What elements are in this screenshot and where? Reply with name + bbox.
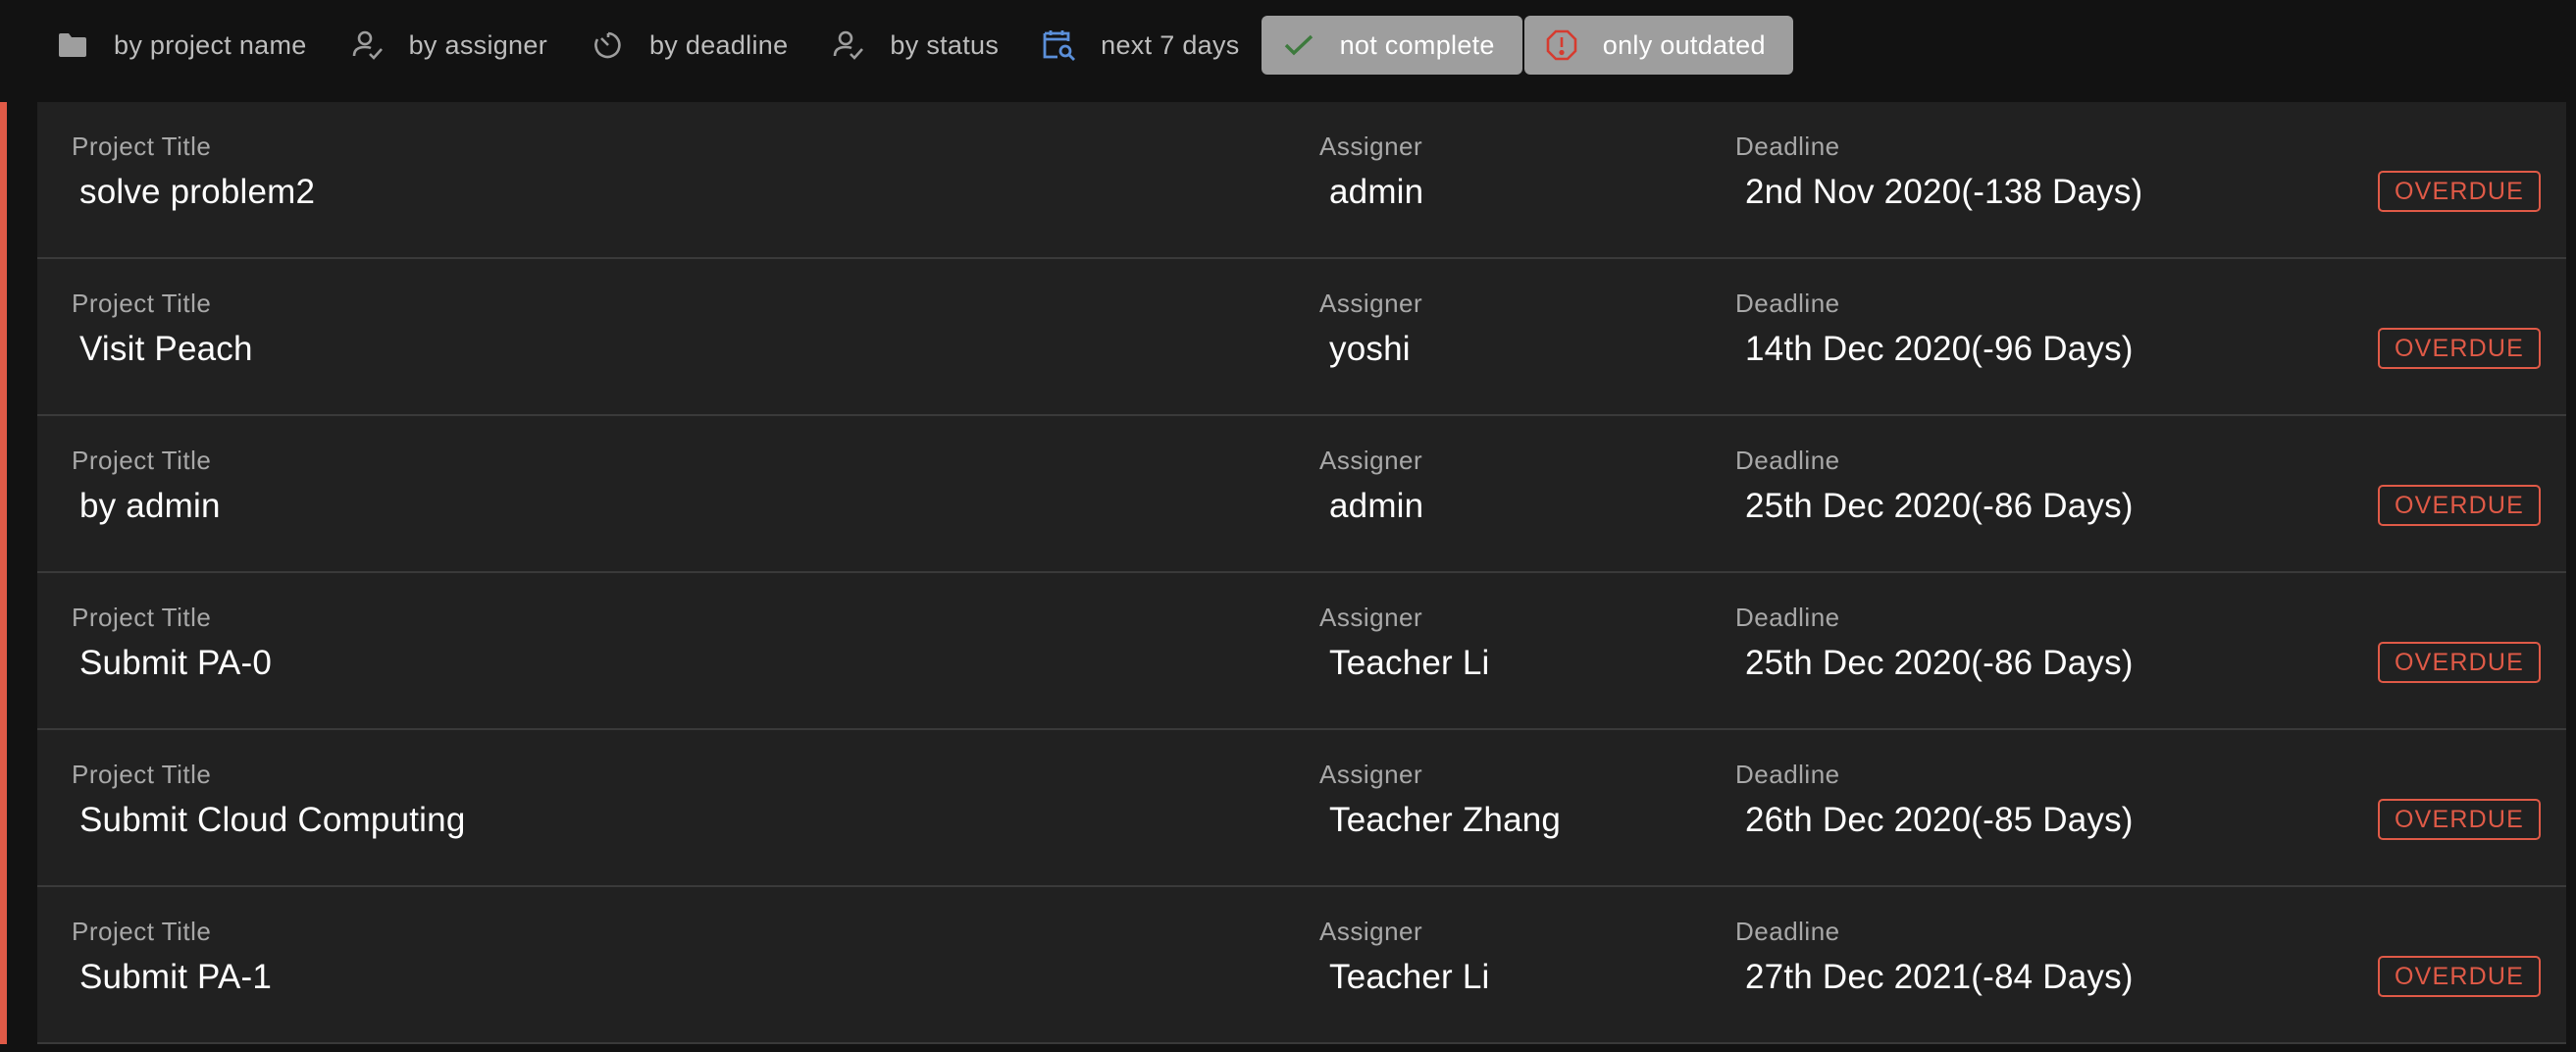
- deadline-value: 2nd Nov 2020(-138 Days): [1745, 173, 2143, 211]
- assigner-value: Teacher Li: [1329, 958, 1490, 996]
- status-badge: OVERDUE: [2378, 956, 2541, 997]
- deadline-value: 25th Dec 2020(-86 Days): [1745, 644, 2134, 682]
- project-title-label: Project Title: [72, 132, 212, 161]
- project-card[interactable]: Project Title Submit PA-0 Assigner Teach…: [0, 573, 2566, 730]
- assigner-label: Assigner: [1319, 760, 1423, 789]
- assigner-value: admin: [1329, 173, 1424, 211]
- project-title: Submit PA-1: [79, 958, 273, 996]
- overdue-indicator-bar: [0, 259, 7, 416]
- check-icon: [1281, 27, 1316, 63]
- assigner-value: Teacher Zhang: [1329, 801, 1562, 839]
- overdue-indicator-bar: [0, 416, 7, 573]
- deadline-value: 26th Dec 2020(-85 Days): [1745, 801, 2134, 839]
- overdue-indicator-bar: [0, 102, 7, 259]
- assigner-label: Assigner: [1319, 446, 1423, 475]
- filter-label: by project name: [114, 29, 307, 60]
- filter-only-outdated[interactable]: only outdated: [1523, 16, 1793, 75]
- overdue-indicator-bar: [0, 887, 7, 1044]
- overdue-indicator-bar: [0, 730, 7, 887]
- deadline-value: 25th Dec 2020(-86 Days): [1745, 487, 2134, 525]
- project-title-label: Project Title: [72, 760, 212, 789]
- status-badge: OVERDUE: [2378, 485, 2541, 526]
- filter-label: not complete: [1339, 29, 1495, 60]
- filter-next-7-days[interactable]: next 7 days: [1020, 16, 1261, 75]
- project-title-label: Project Title: [72, 446, 212, 475]
- filter-label: only outdated: [1602, 29, 1766, 60]
- filter-label: by assigner: [408, 29, 547, 60]
- filter-label: next 7 days: [1101, 29, 1240, 60]
- assigner-label: Assigner: [1319, 132, 1423, 161]
- assigner-value: admin: [1329, 487, 1424, 525]
- folder-icon: [55, 27, 90, 63]
- assigner-label: Assigner: [1319, 603, 1423, 632]
- project-card[interactable]: Project Title Visit Peach Assigner yoshi…: [0, 259, 2566, 416]
- project-card[interactable]: Project Title solve problem2 Assigner ad…: [0, 102, 2566, 259]
- project-title: solve problem2: [79, 173, 316, 211]
- deadline-label: Deadline: [1735, 603, 1840, 632]
- status-badge: OVERDUE: [2378, 171, 2541, 212]
- filter-not-complete[interactable]: not complete: [1261, 16, 1522, 75]
- assigner-value: yoshi: [1329, 330, 1411, 368]
- filter-label: by status: [890, 29, 1000, 60]
- person-check-icon: [831, 27, 866, 63]
- assigner-value: Teacher Li: [1329, 644, 1490, 682]
- overdue-indicator-bar: [0, 573, 7, 730]
- deadline-label: Deadline: [1735, 917, 1840, 946]
- project-title-label: Project Title: [72, 603, 212, 632]
- status-badge: OVERDUE: [2378, 642, 2541, 683]
- filter-by-status[interactable]: by status: [809, 16, 1020, 75]
- deadline-value: 27th Dec 2021(-84 Days): [1745, 958, 2134, 996]
- calendar-search-icon: [1042, 27, 1077, 63]
- filter-by-project-name[interactable]: by project name: [37, 16, 329, 75]
- filter-label: by deadline: [648, 29, 789, 60]
- person-check-icon: [350, 27, 386, 63]
- project-card[interactable]: Project Title by admin Assigner admin De…: [0, 416, 2566, 573]
- deadline-label: Deadline: [1735, 760, 1840, 789]
- project-title: Visit Peach: [79, 330, 253, 368]
- project-title: Submit Cloud Computing: [79, 801, 466, 839]
- filter-by-deadline[interactable]: by deadline: [569, 16, 809, 75]
- filter-toolbar: by project name by assigner by deadline …: [0, 0, 2576, 94]
- project-card[interactable]: Project Title Submit PA-1 Assigner Teach…: [0, 887, 2566, 1044]
- deadline-value: 14th Dec 2020(-96 Days): [1745, 330, 2134, 368]
- deadline-label: Deadline: [1735, 289, 1840, 318]
- project-title: by admin: [79, 487, 221, 525]
- filter-by-assigner[interactable]: by assigner: [329, 16, 569, 75]
- deadline-label: Deadline: [1735, 446, 1840, 475]
- alert-circle-icon: [1544, 27, 1579, 63]
- assigner-label: Assigner: [1319, 917, 1423, 946]
- assigner-label: Assigner: [1319, 289, 1423, 318]
- project-title-label: Project Title: [72, 289, 212, 318]
- project-card[interactable]: Project Title Submit Cloud Computing Ass…: [0, 730, 2566, 887]
- project-title-label: Project Title: [72, 917, 212, 946]
- timer-icon: [591, 27, 626, 63]
- project-title: Submit PA-0: [79, 644, 273, 682]
- status-badge: OVERDUE: [2378, 799, 2541, 840]
- project-list: Project Title solve problem2 Assigner ad…: [0, 102, 2566, 1044]
- deadline-label: Deadline: [1735, 132, 1840, 161]
- status-badge: OVERDUE: [2378, 328, 2541, 369]
